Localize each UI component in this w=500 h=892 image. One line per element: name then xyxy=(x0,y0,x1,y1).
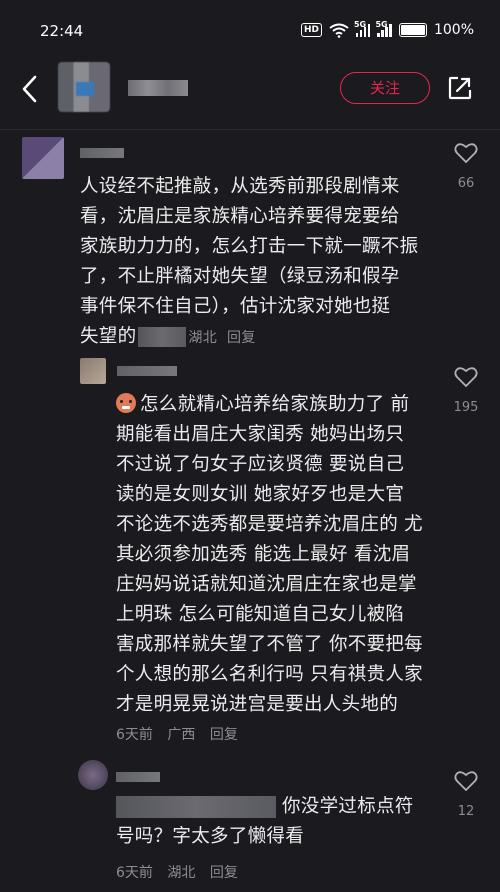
like-heart-icon[interactable] xyxy=(454,770,478,792)
reply-button[interactable]: 回复 xyxy=(210,727,238,743)
commenter-avatar[interactable] xyxy=(22,137,64,179)
like-count: 12 xyxy=(457,804,475,819)
battery-icon xyxy=(398,23,427,37)
author-name[interactable] xyxy=(128,80,188,96)
status-time: 22:44 xyxy=(40,22,84,40)
comment-text: 怎么就精心培养给家族助力了 前 期能看出眉庄大家闺秀 她妈出场只 不过说了句女子… xyxy=(116,393,423,715)
hd-icon: HD xyxy=(300,23,322,37)
status-bar: 22:44 HD 5G 5G 100% xyxy=(0,0,500,60)
comment-location: 广西 xyxy=(167,727,196,743)
commenter-name[interactable] xyxy=(80,148,124,158)
signal-icon-2: 5G xyxy=(375,20,392,37)
comment-location: 湖北 xyxy=(188,330,218,346)
angry-emoji-icon xyxy=(116,393,136,413)
wifi-icon xyxy=(329,23,349,38)
reply-button[interactable]: 回复 xyxy=(227,330,256,346)
back-arrow-icon[interactable] xyxy=(18,74,42,104)
header-divider xyxy=(0,129,500,130)
like-count: 66 xyxy=(457,176,475,191)
commenter-name[interactable] xyxy=(116,772,160,782)
like-count: 195 xyxy=(453,400,479,415)
follow-button[interactable]: 关注 xyxy=(340,72,430,104)
redacted-text xyxy=(138,327,187,347)
status-icons: HD 5G 5G 100% xyxy=(300,20,474,38)
like-heart-icon[interactable] xyxy=(454,142,478,164)
commenter-name[interactable] xyxy=(117,366,177,376)
comment-meta: 6天前 湖北 回复 xyxy=(116,862,248,882)
signal-icon-1: 5G xyxy=(354,20,371,37)
comment-location: 湖北 xyxy=(167,865,196,881)
comment-meta: 6天前 广西 回复 xyxy=(116,724,248,744)
comment-text: 人设经不起推敲，从选秀前那段剧情来 看，沈眉庄是家族精心培养要得宠要给 家族助力… xyxy=(80,176,419,347)
reply-button[interactable]: 回复 xyxy=(210,865,238,881)
commenter-avatar[interactable] xyxy=(78,760,108,790)
battery-percent: 100% xyxy=(433,22,474,38)
comment-time: 6天前 xyxy=(116,865,153,881)
comment-text: 你没学过标点符 号吗？字太多了懒得看 xyxy=(116,796,414,847)
comment-time: 6天前 xyxy=(116,727,153,743)
author-avatar[interactable] xyxy=(58,62,110,112)
commenter-avatar[interactable] xyxy=(80,358,106,384)
share-icon[interactable] xyxy=(448,76,472,100)
like-heart-icon[interactable] xyxy=(454,366,478,388)
